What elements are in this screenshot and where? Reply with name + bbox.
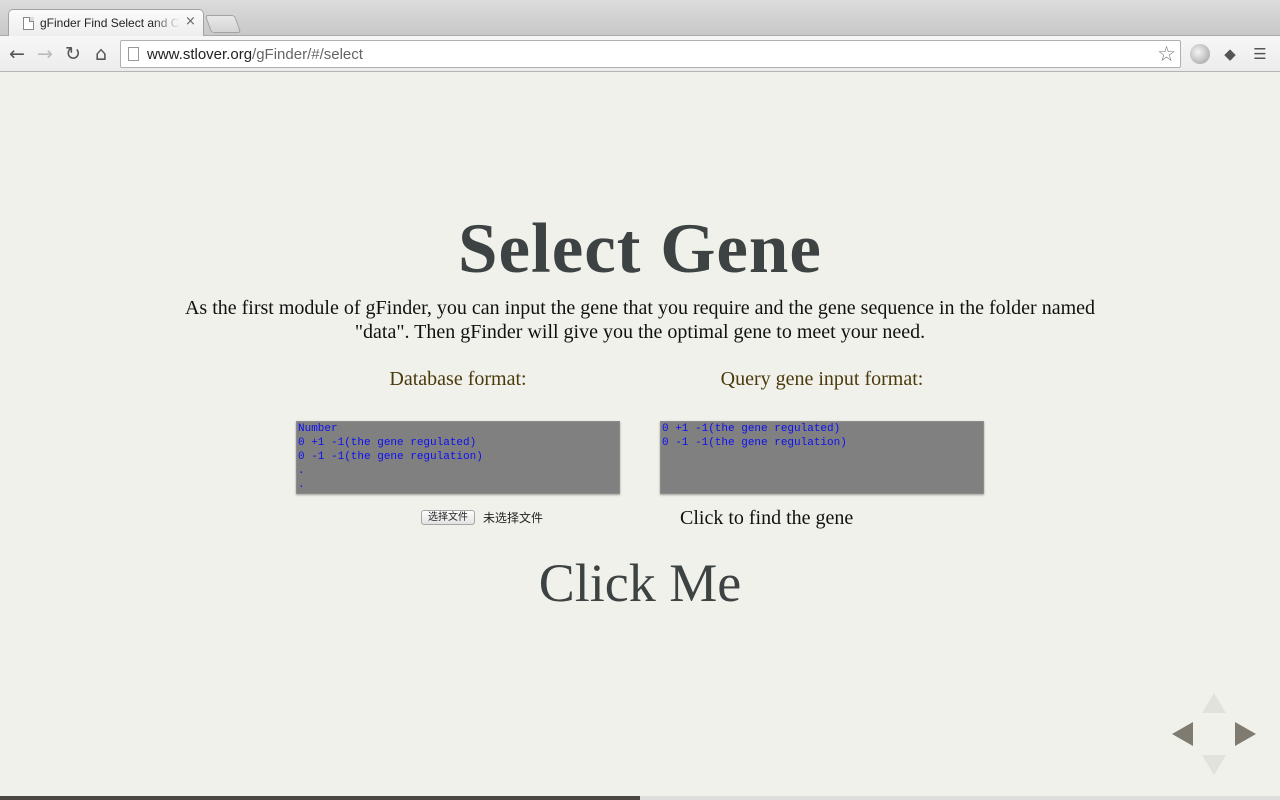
browser-toolbar: ← → ↻ ⌂ www.stlover.org/gFinder/#/select… xyxy=(0,36,1280,72)
code-line: 0 -1 -1(the gene regulation) xyxy=(662,437,847,449)
close-tab-icon[interactable]: × xyxy=(185,14,196,29)
url-path: /gFinder/#/select xyxy=(252,46,363,63)
bookmark-star-icon[interactable]: ☆ xyxy=(1157,41,1176,67)
code-line: 0 -1 -1(the gene regulation) xyxy=(298,451,483,463)
url-host: www.stlover.org xyxy=(147,46,253,63)
code-line: 0 +1 -1(the gene regulated) xyxy=(298,437,477,449)
page-icon xyxy=(23,17,34,30)
code-line: Number xyxy=(298,423,338,435)
nav-down-arrow-icon[interactable] xyxy=(1202,755,1226,775)
database-format-example: Number 0 +1 -1(the gene regulated) 0 -1 -1… xyxy=(296,421,620,494)
query-format-label: Query gene input format: xyxy=(720,368,924,390)
choose-file-button[interactable]: 选择文件 xyxy=(421,509,475,525)
intro-text: As the first module of gFinder, you can … xyxy=(184,297,1096,343)
browser-tab[interactable]: gFinder Find Select and Create × xyxy=(8,9,204,37)
tab-title: gFinder Find Select and Create xyxy=(40,16,180,30)
code-line: . xyxy=(298,479,305,491)
code-line: 0 +1 -1(the gene regulated) xyxy=(662,423,841,435)
nav-left-arrow-icon[interactable] xyxy=(1172,722,1193,746)
back-icon[interactable]: ← xyxy=(5,41,29,67)
file-input[interactable]: 选择文件 未选择文件 xyxy=(421,508,543,526)
new-tab-button[interactable] xyxy=(204,15,242,33)
database-format-label: Database format: xyxy=(389,368,527,390)
tab-strip: gFinder Find Select and Create × xyxy=(0,0,1280,37)
slide-progress-bar xyxy=(0,796,1280,800)
nav-up-arrow-icon[interactable] xyxy=(1202,693,1226,713)
nav-right-arrow-icon[interactable] xyxy=(1235,722,1256,746)
query-format-example: 0 +1 -1(the gene regulated) 0 -1 -1(the g… xyxy=(660,421,984,494)
slide-progress-fill xyxy=(0,796,640,800)
page-title: Select Gene xyxy=(458,210,822,288)
file-status-text: 未选择文件 xyxy=(483,510,544,525)
globe-extension-icon[interactable] xyxy=(1190,44,1210,64)
page-icon xyxy=(128,47,139,61)
evernote-extension-icon[interactable]: ◆ xyxy=(1220,44,1240,64)
home-icon[interactable]: ⌂ xyxy=(89,41,113,67)
code-line: . xyxy=(298,465,305,477)
url-text[interactable]: www.stlover.org/gFinder/#/select xyxy=(147,46,363,63)
forward-icon[interactable]: → xyxy=(33,41,57,67)
address-bar[interactable]: www.stlover.org/gFinder/#/select ☆ xyxy=(120,40,1181,68)
find-gene-caption: Click to find the gene xyxy=(680,507,854,529)
menu-icon[interactable]: ☰ xyxy=(1250,44,1270,64)
click-me-button[interactable]: Click Me xyxy=(0,551,1280,615)
reload-icon[interactable]: ↻ xyxy=(61,41,85,67)
